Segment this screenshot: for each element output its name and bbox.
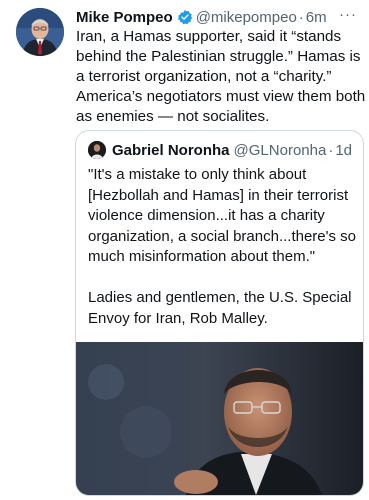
quoted-tweet-header: Gabriel Noronha @GLNoronha · 1d xyxy=(88,140,357,160)
quoted-timestamp[interactable]: 1d xyxy=(335,142,352,159)
author-name[interactable]: Mike Pompeo xyxy=(76,9,173,26)
avatar[interactable] xyxy=(16,8,64,56)
quoted-avatar xyxy=(88,141,106,159)
quoted-tweet-text: "It's a mistake to only think about [Hez… xyxy=(88,166,357,327)
tweet-header: Mike Pompeo @mikepompeo · 6m ··· xyxy=(76,6,361,28)
timestamp[interactable]: 6m xyxy=(306,9,327,26)
verified-badge-icon xyxy=(177,9,193,25)
quoted-author-name[interactable]: Gabriel Noronha xyxy=(112,142,230,159)
quoted-video-thumbnail[interactable] xyxy=(76,342,363,495)
tweet[interactable]: Mike Pompeo @mikepompeo · 6m ··· Iran, a… xyxy=(0,0,369,500)
more-options-icon[interactable]: ··· xyxy=(339,6,357,23)
quoted-tweet[interactable]: Gabriel Noronha @GLNoronha · 1d "It's a … xyxy=(75,130,364,496)
quoted-separator-dot: · xyxy=(328,141,334,159)
tweet-text: Iran, a Hamas supporter, said it “stands… xyxy=(76,28,366,125)
quoted-author-handle[interactable]: @GLNoronha xyxy=(234,142,327,159)
author-handle[interactable]: @mikepompeo xyxy=(196,9,297,26)
separator-dot: · xyxy=(298,8,304,26)
